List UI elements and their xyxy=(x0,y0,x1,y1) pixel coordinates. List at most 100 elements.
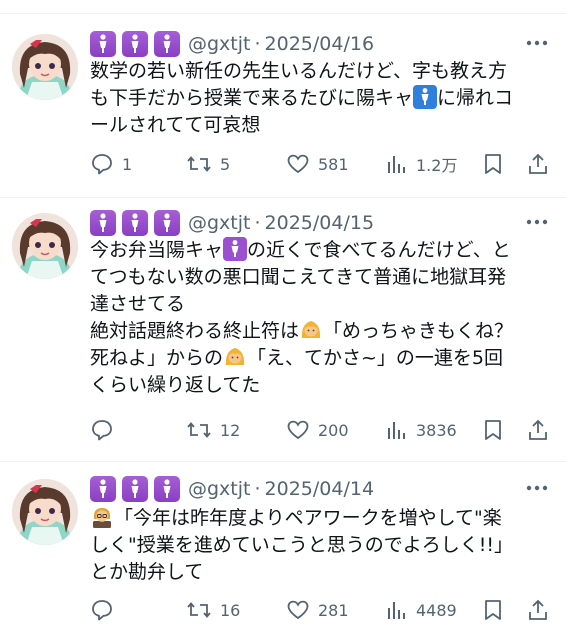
reply-button[interactable] xyxy=(90,597,122,623)
views-chart-icon xyxy=(388,156,405,173)
text-segment: 数学の若い新任の先生いるんだけど、字も教え方 xyxy=(90,60,508,82)
like-button[interactable]: 200 xyxy=(286,417,349,443)
view-count: 1.2万 xyxy=(416,156,458,175)
share-icon xyxy=(529,419,547,440)
action-bar: 16 281 4489 xyxy=(90,597,550,623)
person-badge-icon xyxy=(122,476,148,502)
text-segment: ールされてて可哀想 xyxy=(90,114,261,136)
like-count: 281 xyxy=(318,600,349,620)
person-badge-icon xyxy=(154,31,180,57)
retweet-count: 12 xyxy=(220,420,241,440)
text-segment: しく"授業を進めていこうと思うのでよろしく!!」 xyxy=(90,534,513,556)
reply-icon xyxy=(92,600,112,621)
avatar[interactable] xyxy=(12,34,78,100)
like-count: 581 xyxy=(318,154,349,174)
bookmark-button[interactable] xyxy=(482,417,504,443)
more-options-icon[interactable] xyxy=(526,40,548,46)
tweet-date[interactable]: 2025/04/16 xyxy=(265,33,375,55)
view-count: 4489 xyxy=(416,600,457,620)
text-segment: てつもない数の悪口聞こえてきて普通に地獄耳発 xyxy=(90,266,507,288)
tweet-date[interactable]: 2025/04/14 xyxy=(265,478,375,500)
text-segment: 今お弁当陽キャ xyxy=(90,239,224,261)
reply-icon xyxy=(92,154,112,175)
retweet-count: 5 xyxy=(220,154,231,174)
reply-button[interactable] xyxy=(90,417,122,443)
tweet-text: 「今年は昨年度よりペアワークを増やして"楽 しく"授業を進めていこうと思うのでよ… xyxy=(90,505,554,586)
reply-count: 1 xyxy=(122,154,133,174)
views-chart-icon xyxy=(388,422,405,439)
tweet[interactable]: @gxtjt · 2025/04/15 今お弁当陽キャ の近くで食べてるんだけど、… xyxy=(0,197,566,462)
text-segment: 「え、てかさ~」の一連を5回 xyxy=(247,347,504,369)
retweet-count: 16 xyxy=(220,600,241,620)
person-badge-icon xyxy=(122,31,148,57)
tweet-header: @gxtjt · 2025/04/15 xyxy=(90,210,374,236)
action-bar: 12 200 3836 xyxy=(90,417,550,443)
person-badge-icon xyxy=(90,31,116,57)
tweet-header: @gxtjt · 2025/04/16 xyxy=(90,31,374,57)
text-segment: くらい繰り返してた xyxy=(90,374,261,396)
retweet-button[interactable]: 16 xyxy=(186,597,240,623)
retweet-icon xyxy=(187,422,211,438)
separator-dot: · xyxy=(254,212,261,234)
share-button[interactable] xyxy=(526,151,550,177)
person-badge-icon xyxy=(90,210,116,236)
user-handle[interactable]: @gxtjt xyxy=(188,212,250,234)
tweet-header: @gxtjt · 2025/04/14 xyxy=(90,476,374,502)
view-count: 3836 xyxy=(416,420,457,440)
reply-button[interactable]: 1 xyxy=(90,151,132,177)
retweet-icon xyxy=(187,156,211,172)
teacher-emoji-icon xyxy=(90,505,114,529)
person-badge-icon xyxy=(122,210,148,236)
retweet-icon xyxy=(187,602,211,618)
views-button[interactable]: 4489 xyxy=(386,597,457,623)
like-count: 200 xyxy=(318,420,349,440)
retweet-button[interactable]: 5 xyxy=(186,151,230,177)
person-emoji-icon xyxy=(413,85,438,109)
separator-dot: · xyxy=(254,478,261,500)
share-button[interactable] xyxy=(526,597,550,623)
bookmark-icon xyxy=(485,420,501,440)
text-segment: 「今年は昨年度よりペアワークを増やして"楽 xyxy=(114,507,502,529)
person-badge-icon xyxy=(154,210,180,236)
bookmark-button[interactable] xyxy=(482,597,504,623)
text-segment: 死ねよ」からの xyxy=(90,347,224,369)
like-button[interactable]: 581 xyxy=(286,151,349,177)
more-options-icon[interactable] xyxy=(526,219,548,225)
separator-dot: · xyxy=(254,33,261,55)
views-button[interactable]: 1.2万 xyxy=(386,151,457,177)
blonde-girl-emoji-icon xyxy=(223,345,247,369)
text-segment: 「めっちゃきもくね？ xyxy=(323,320,514,342)
heart-icon xyxy=(287,154,309,174)
blonde-girl-emoji-icon xyxy=(299,318,323,342)
text-segment: 達させてる xyxy=(90,293,186,315)
text-segment: も下手だから授業で来るたびに陽キャ xyxy=(90,87,414,109)
tweet[interactable]: @gxtjt · 2025/04/16 数学の若い新任の先生いるんだけど、字も教… xyxy=(0,14,566,198)
retweet-button[interactable]: 12 xyxy=(186,417,240,443)
bookmark-icon xyxy=(485,600,501,620)
tweet-date[interactable]: 2025/04/15 xyxy=(265,212,375,234)
user-handle[interactable]: @gxtjt xyxy=(188,33,250,55)
text-segment: に帰れコ xyxy=(437,87,514,109)
views-chart-icon xyxy=(388,602,405,619)
tweet-text: 今お弁当陽キャ の近くで食べてるんだけど、と てつもない数の悪口聞こえてきて普通に… xyxy=(90,237,554,399)
avatar[interactable] xyxy=(12,213,78,279)
share-icon xyxy=(529,153,547,174)
heart-icon xyxy=(287,420,309,440)
person-badge-icon xyxy=(154,476,180,502)
like-button[interactable]: 281 xyxy=(286,597,349,623)
user-handle[interactable]: @gxtjt xyxy=(188,478,250,500)
views-button[interactable]: 3836 xyxy=(386,417,457,443)
action-bar: 1 5 581 1.2万 xyxy=(90,151,550,177)
more-options-icon[interactable] xyxy=(526,485,548,491)
share-button[interactable] xyxy=(526,417,550,443)
avatar[interactable] xyxy=(12,479,78,545)
text-segment: とか勘弁して xyxy=(90,561,204,583)
tweet[interactable]: @gxtjt · 2025/04/14 「今年は昨年度よりペアワークを増やして"… xyxy=(0,461,566,640)
person-badge-icon xyxy=(90,476,116,502)
heart-icon xyxy=(287,600,309,620)
person-emoji-icon xyxy=(223,237,248,261)
text-segment: 絶対話題終わる終止符は xyxy=(90,320,300,342)
bookmark-button[interactable] xyxy=(482,151,504,177)
tweet-text: 数学の若い新任の先生いるんだけど、字も教え方 も下手だから授業で来るたびに陽キャ… xyxy=(90,58,554,139)
share-icon xyxy=(529,599,547,620)
